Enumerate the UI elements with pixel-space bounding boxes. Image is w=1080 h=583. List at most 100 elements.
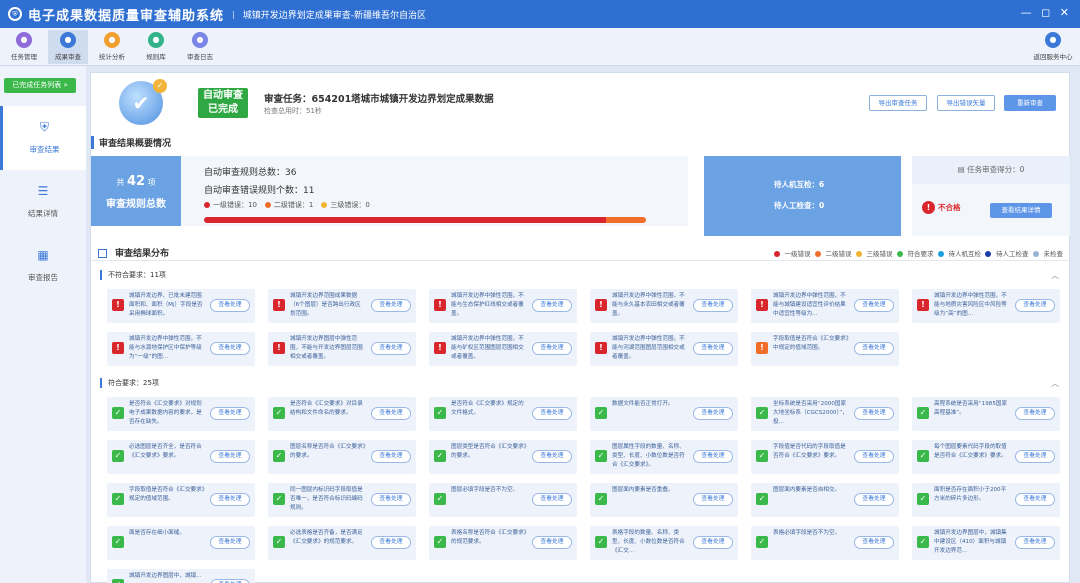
- rule-text: 表格名称是否符合《汇交要求》的规范要求。: [451, 530, 527, 545]
- check-icon: ✓: [112, 536, 124, 548]
- check-process-button[interactable]: 查看处理: [371, 536, 411, 549]
- error-rules-count: 11: [303, 186, 315, 196]
- check-process-button[interactable]: 查看处理: [210, 450, 250, 463]
- toolbar-item-0[interactable]: ● 任务管理: [4, 30, 44, 64]
- toolbar-item-3[interactable]: ● 规则库: [136, 30, 176, 64]
- check-process-button[interactable]: 查看处理: [854, 493, 894, 506]
- rule-text: 表格字段的数量、名称、类型、长度、小数位数是否符合《汇交...: [612, 530, 685, 554]
- check-process-button[interactable]: 查看处理: [210, 493, 250, 506]
- error-icon: !: [273, 342, 285, 354]
- check-icon: ✓: [112, 407, 124, 419]
- fail-indicator: ! 不合格: [922, 201, 961, 214]
- export-task-button[interactable]: 导出审查任务: [869, 95, 927, 111]
- re-review-button[interactable]: 重新审查: [1004, 95, 1056, 111]
- completed-tasks-button[interactable]: 已完成任务列表 »: [4, 78, 76, 93]
- stats-icon: ●: [104, 32, 120, 48]
- rule-text: 坐标系统是否采用“2000国家大地坐标系（CGCS2000）”，投...: [773, 401, 848, 425]
- check-process-button[interactable]: 查看处理: [532, 342, 572, 355]
- check-icon: ✓: [756, 493, 768, 505]
- rule-text: 同一图层内标识码字段取值是否唯一，是否符合标识码编码规则。: [290, 487, 363, 511]
- check-process-button[interactable]: 查看处理: [532, 536, 572, 549]
- error-rules-label: 自动审查错误规则个数：: [204, 186, 304, 196]
- check-process-button[interactable]: 查看处理: [1015, 450, 1055, 463]
- pass-rule-card: ✓ 是否符合《汇交要求》对规划电子成果数据内容的要求，是否存在缺失。 查看处理: [107, 397, 255, 431]
- check-process-button[interactable]: 查看处理: [854, 299, 894, 312]
- rule-text: 图层面内要素是否自相交。: [773, 487, 841, 493]
- error-icon: !: [112, 342, 124, 354]
- check-process-button[interactable]: 查看处理: [693, 299, 733, 312]
- check-process-button[interactable]: 查看处理: [693, 493, 733, 506]
- check-icon: ✓: [273, 536, 285, 548]
- return-service-center-button[interactable]: ● 返回服务中心: [1030, 30, 1076, 64]
- machine-check-label: 待人机互检：: [774, 180, 819, 189]
- toolbar-item-label: 规则库: [146, 53, 166, 61]
- error-level-legend: 一级错误：10 二级错误：1 三级错误：0: [204, 200, 378, 210]
- rule-text: 字段值是否代码的字段取值是否符合《汇交要求》要求。: [773, 444, 846, 459]
- sidebar-item-2[interactable]: ▦ 审查报告: [0, 234, 86, 298]
- sidebar-item-1[interactable]: ☰ 结果详情: [0, 170, 86, 234]
- check-process-button[interactable]: 查看处理: [854, 536, 894, 549]
- check-process-button[interactable]: 查看处理: [532, 407, 572, 420]
- check-process-button[interactable]: 查看处理: [371, 407, 411, 420]
- summary-overview: 共 42 项 审查规则总数 自动审查规则总数：36 自动审查错误规则个数：11 …: [91, 156, 688, 226]
- check-process-button[interactable]: 查看处理: [532, 299, 572, 312]
- check-icon: ✓: [595, 407, 607, 419]
- check-process-button[interactable]: 查看处理: [693, 407, 733, 420]
- error-progress-bar: [204, 217, 646, 223]
- check-process-button[interactable]: 查看处理: [371, 299, 411, 312]
- check-process-button[interactable]: 查看处理: [210, 407, 250, 420]
- check-process-button[interactable]: 查看处理: [210, 299, 250, 312]
- check-process-button[interactable]: 查看处理: [532, 450, 572, 463]
- legend-label: 未检查: [1043, 250, 1064, 258]
- toolbar-item-label: 成果审查: [55, 53, 81, 61]
- collapse-fail-icon[interactable]: ︿: [1051, 270, 1059, 281]
- check-process-button[interactable]: 查看处理: [1015, 299, 1055, 312]
- view-result-detail-button[interactable]: 查看结果详情: [990, 203, 1052, 218]
- pass-rule-card: ✓ 图层面内要素是否重叠。 查看处理: [590, 483, 738, 517]
- title-bar: ⛨ 电子成果数据质量审查辅助系统 | 城镇开发边界划定成果审查-新疆维吾尔自治区…: [0, 0, 1080, 28]
- main-panel: ✔ ✓ 自动审查 已完成 审查任务：654201塔城市城镇开发边界划定成果数据 …: [90, 72, 1071, 583]
- level-label: 一级错误：: [213, 201, 248, 209]
- check-process-button[interactable]: 查看处理: [371, 342, 411, 355]
- rule-text: 是否符合《汇交要求》对目录结构和文件命名的要求。: [290, 401, 363, 416]
- toolbar-item-1[interactable]: ● 成果审查: [48, 30, 88, 64]
- score-label: 任务审查得分：: [967, 165, 1020, 174]
- check-icon: ✓: [112, 579, 124, 583]
- fail-rule-card: ! 城镇开发边界中弹性范围，不能与生态保护红线相交或者覆盖。 查看处理: [429, 289, 577, 323]
- task-label: 审查任务：: [264, 94, 312, 105]
- toolbar-item-4[interactable]: ● 审查日志: [180, 30, 220, 64]
- rule-text: 面是否存在细小面缝。: [129, 530, 185, 536]
- check-process-button[interactable]: 查看处理: [854, 342, 894, 355]
- check-process-button[interactable]: 查看处理: [693, 342, 733, 355]
- title-separator: |: [232, 9, 235, 19]
- check-process-button[interactable]: 查看处理: [1015, 536, 1055, 549]
- check-process-button[interactable]: 查看处理: [210, 579, 250, 583]
- export-error-vector-button[interactable]: 导出错误矢量: [937, 95, 995, 111]
- check-process-button[interactable]: 查看处理: [371, 450, 411, 463]
- check-process-button[interactable]: 查看处理: [210, 536, 250, 549]
- check-process-button[interactable]: 查看处理: [1015, 407, 1055, 420]
- check-process-button[interactable]: 查看处理: [693, 450, 733, 463]
- sidebar-item-0[interactable]: ⛨ 审查结果: [0, 106, 86, 170]
- pass-rule-card: ✓ 表格名称是否符合《汇交要求》的规范要求。 查看处理: [429, 526, 577, 560]
- toolbar-item-2[interactable]: ● 统计分析: [92, 30, 132, 64]
- level-label: 三级错误：: [330, 201, 366, 209]
- rule-text: 数据文件能否正常打开。: [612, 401, 674, 407]
- check-process-button[interactable]: 查看处理: [693, 536, 733, 549]
- sidebar-item-label: 审查结果: [29, 145, 60, 154]
- check-process-button[interactable]: 查看处理: [854, 450, 894, 463]
- check-process-button[interactable]: 查看处理: [210, 342, 250, 355]
- check-process-button[interactable]: 查看处理: [854, 407, 894, 420]
- check-process-button[interactable]: 查看处理: [371, 493, 411, 506]
- pass-rule-card: ✓ 高程系统是否采用“1985国家高程基准”。 查看处理: [912, 397, 1060, 431]
- legend-item-5: 待人工检查: [983, 250, 1029, 258]
- check-process-button[interactable]: 查看处理: [532, 493, 572, 506]
- manual-check-label: 待人工检查：: [774, 201, 819, 210]
- check-process-button[interactable]: 查看处理: [1015, 493, 1055, 506]
- collapse-pass-icon[interactable]: ︿: [1051, 378, 1059, 389]
- pass-rule-card: ✓ 面是否存在细小面缝。查看处理: [107, 526, 255, 560]
- task-header: ✔ ✓ 自动审查 已完成 审查任务：654201塔城市城镇开发边界划定成果数据 …: [91, 73, 1071, 129]
- window-controls[interactable]: — ◻ ✕: [1021, 6, 1072, 19]
- fail-rule-card: ! 城镇开发边界中弹性范围，不能与永久基本农田相交或者覆盖。 查看处理: [590, 289, 738, 323]
- level-count: 10: [248, 201, 257, 209]
